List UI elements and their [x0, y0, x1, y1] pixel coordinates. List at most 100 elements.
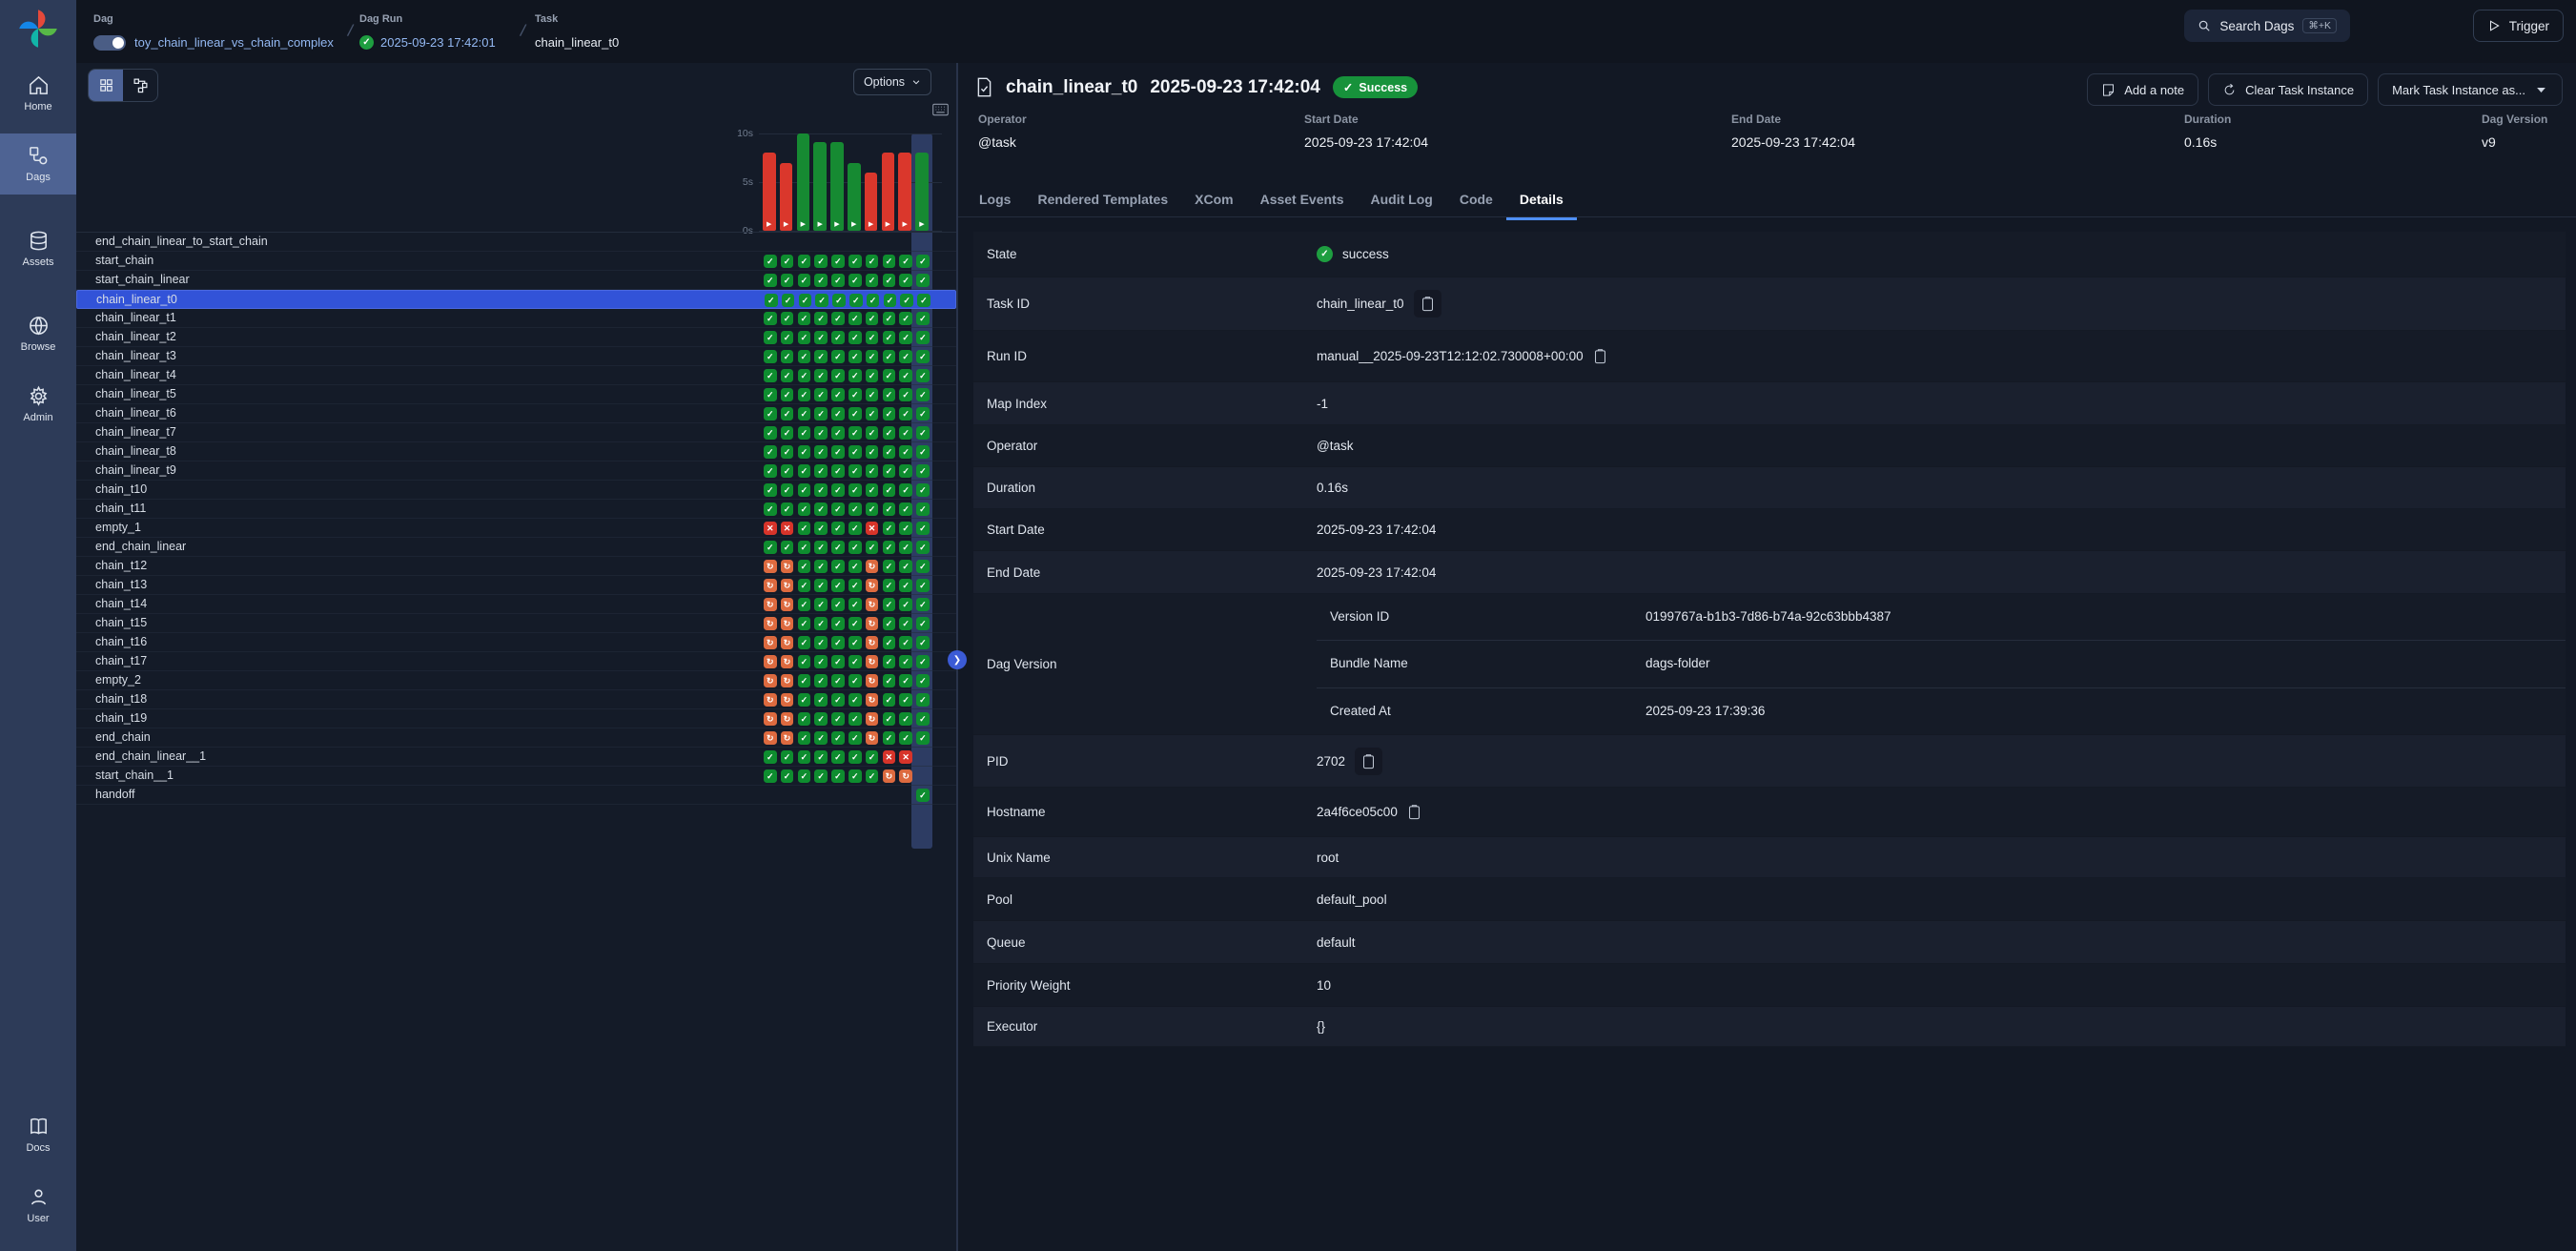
task-instance-cell-success[interactable]: ✓	[764, 274, 777, 287]
task-instance-cell-success[interactable]: ✓	[781, 750, 794, 764]
task-instance-cell-success[interactable]: ✓	[916, 636, 930, 649]
task-instance-cell-success[interactable]: ✓	[883, 312, 896, 325]
dag-run-bar[interactable]: ▶	[830, 142, 844, 231]
task-instance-cell-upstream_failed[interactable]: ↻	[764, 674, 777, 687]
task-instance-cell-success[interactable]: ✓	[848, 369, 862, 382]
task-instance-cell-success[interactable]: ✓	[883, 274, 896, 287]
task-instance-cell-success[interactable]: ✓	[781, 274, 794, 287]
tab-rendered-templates[interactable]: Rendered Templates	[1024, 181, 1181, 220]
task-instance-cell-success[interactable]: ✓	[848, 445, 862, 459]
task-instance-cell-success[interactable]: ✓	[883, 636, 896, 649]
copy-button[interactable]	[1407, 804, 1421, 820]
task-row[interactable]: chain_linear_t2✓✓✓✓✓✓✓✓✓✓	[76, 328, 956, 347]
task-name[interactable]: chain_linear_t1	[95, 311, 176, 324]
task-name[interactable]: chain_t12	[95, 559, 147, 572]
copy-button[interactable]	[1355, 748, 1382, 775]
task-instance-cell-success[interactable]: ✓	[814, 350, 828, 363]
task-instance-cell-upstream_failed[interactable]: ↻	[781, 579, 794, 592]
task-instance-cell-upstream_failed[interactable]: ↻	[781, 636, 794, 649]
task-instance-cell-success[interactable]: ✓	[848, 522, 862, 535]
task-instance-cell-success[interactable]: ✓	[798, 636, 811, 649]
task-instance-cell-success[interactable]: ✓	[798, 445, 811, 459]
task-instance-cell-success[interactable]: ✓	[866, 426, 879, 440]
tab-asset-events[interactable]: Asset Events	[1247, 181, 1358, 220]
task-row[interactable]: chain_linear_t6✓✓✓✓✓✓✓✓✓✓	[76, 404, 956, 423]
task-instance-cell-success[interactable]: ✓	[799, 294, 812, 307]
dag-run-bar[interactable]: ▶	[780, 163, 793, 231]
task-instance-cell-success[interactable]: ✓	[831, 655, 845, 668]
task-instance-cell-upstream_failed[interactable]: ↻	[764, 636, 777, 649]
task-instance-cell-failed[interactable]: ✕	[866, 522, 879, 535]
task-instance-cell-success[interactable]: ✓	[814, 541, 828, 554]
task-instance-cell-success[interactable]: ✓	[798, 407, 811, 420]
task-row[interactable]: chain_t18↻↻✓✓✓✓↻✓✓✓	[76, 690, 956, 709]
task-instance-cell-success[interactable]: ✓	[848, 655, 862, 668]
task-instance-cell-success[interactable]: ✓	[883, 407, 896, 420]
task-instance-cell-success[interactable]: ✓	[831, 560, 845, 573]
task-instance-cell-success[interactable]: ✓	[883, 445, 896, 459]
task-name[interactable]: chain_t18	[95, 692, 147, 706]
task-name[interactable]: chain_t19	[95, 711, 147, 725]
dag-run-bar[interactable]: ▶	[813, 142, 827, 231]
task-instance-cell-success[interactable]: ✓	[883, 731, 896, 745]
task-instance-cell-success[interactable]: ✓	[916, 560, 930, 573]
task-instance-cell-upstream_failed[interactable]: ↻	[781, 598, 794, 611]
task-row[interactable]: chain_linear_t3✓✓✓✓✓✓✓✓✓✓	[76, 347, 956, 366]
dag-run-bar[interactable]: ▶	[898, 153, 911, 231]
task-instance-cell-success[interactable]: ✓	[883, 560, 896, 573]
tab-audit-log[interactable]: Audit Log	[1358, 181, 1446, 220]
task-instance-cell-success[interactable]: ✓	[798, 655, 811, 668]
task-instance-cell-success[interactable]: ✓	[831, 483, 845, 497]
task-instance-cell-success[interactable]: ✓	[764, 769, 777, 783]
task-instance-cell-success[interactable]: ✓	[831, 331, 845, 344]
task-instance-cell-success[interactable]: ✓	[899, 693, 912, 707]
task-instance-cell-success[interactable]: ✓	[781, 464, 794, 478]
task-instance-cell-success[interactable]: ✓	[848, 426, 862, 440]
task-name[interactable]: start_chain	[95, 254, 153, 267]
sidebar-item-docs[interactable]: Docs	[0, 1104, 76, 1165]
task-instance-cell-success[interactable]: ✓	[764, 464, 777, 478]
task-instance-cell-success[interactable]: ✓	[916, 312, 930, 325]
task-instance-cell-success[interactable]: ✓	[831, 445, 845, 459]
task-instance-cell-success[interactable]: ✓	[764, 331, 777, 344]
task-instance-cell-success[interactable]: ✓	[899, 369, 912, 382]
task-row[interactable]: chain_t16↻↻✓✓✓✓↻✓✓✓	[76, 633, 956, 652]
task-row[interactable]: chain_t12↻↻✓✓✓✓↻✓✓✓	[76, 557, 956, 576]
task-instance-cell-success[interactable]: ✓	[781, 255, 794, 268]
airflow-logo[interactable]	[17, 8, 59, 50]
task-instance-cell-success[interactable]: ✓	[831, 388, 845, 401]
task-instance-cell-success[interactable]: ✓	[899, 674, 912, 687]
task-instance-cell-success[interactable]: ✓	[831, 750, 845, 764]
task-instance-cell-success[interactable]: ✓	[814, 312, 828, 325]
task-instance-cell-failed[interactable]: ✕	[764, 522, 777, 535]
task-instance-cell-success[interactable]: ✓	[814, 750, 828, 764]
task-instance-cell-success[interactable]: ✓	[814, 560, 828, 573]
task-instance-cell-success[interactable]: ✓	[814, 636, 828, 649]
task-instance-cell-success[interactable]: ✓	[916, 693, 930, 707]
task-name[interactable]: end_chain_linear	[95, 540, 186, 553]
task-instance-cell-success[interactable]: ✓	[781, 369, 794, 382]
task-instance-cell-success[interactable]: ✓	[916, 789, 930, 802]
task-instance-cell-success[interactable]: ✓	[764, 541, 777, 554]
copy-button[interactable]	[1414, 290, 1441, 318]
task-instance-cell-success[interactable]: ✓	[883, 693, 896, 707]
task-instance-cell-success[interactable]: ✓	[831, 369, 845, 382]
options-dropdown[interactable]: Options	[853, 69, 931, 95]
task-row[interactable]: chain_linear_t1✓✓✓✓✓✓✓✓✓✓	[76, 309, 956, 328]
task-instance-cell-success[interactable]: ✓	[883, 674, 896, 687]
task-instance-cell-success[interactable]: ✓	[916, 502, 930, 516]
task-name[interactable]: chain_t14	[95, 597, 147, 610]
task-instance-cell-success[interactable]: ✓	[798, 541, 811, 554]
task-instance-cell-success[interactable]: ✓	[848, 350, 862, 363]
task-row[interactable]: end_chain↻↻✓✓✓✓↻✓✓✓	[76, 728, 956, 748]
task-name[interactable]: chain_t11	[95, 502, 146, 515]
task-instance-cell-success[interactable]: ✓	[831, 407, 845, 420]
task-instance-cell-success[interactable]: ✓	[883, 579, 896, 592]
task-instance-cell-upstream_failed[interactable]: ↻	[866, 598, 879, 611]
task-instance-cell-upstream_failed[interactable]: ↻	[866, 560, 879, 573]
sidebar-item-browse[interactable]: Browse	[0, 303, 76, 364]
sidebar-item-user[interactable]: User	[0, 1175, 76, 1236]
task-instance-cell-success[interactable]: ✓	[848, 636, 862, 649]
task-instance-cell-success[interactable]: ✓	[916, 674, 930, 687]
task-row[interactable]: chain_linear_t7✓✓✓✓✓✓✓✓✓✓	[76, 423, 956, 442]
